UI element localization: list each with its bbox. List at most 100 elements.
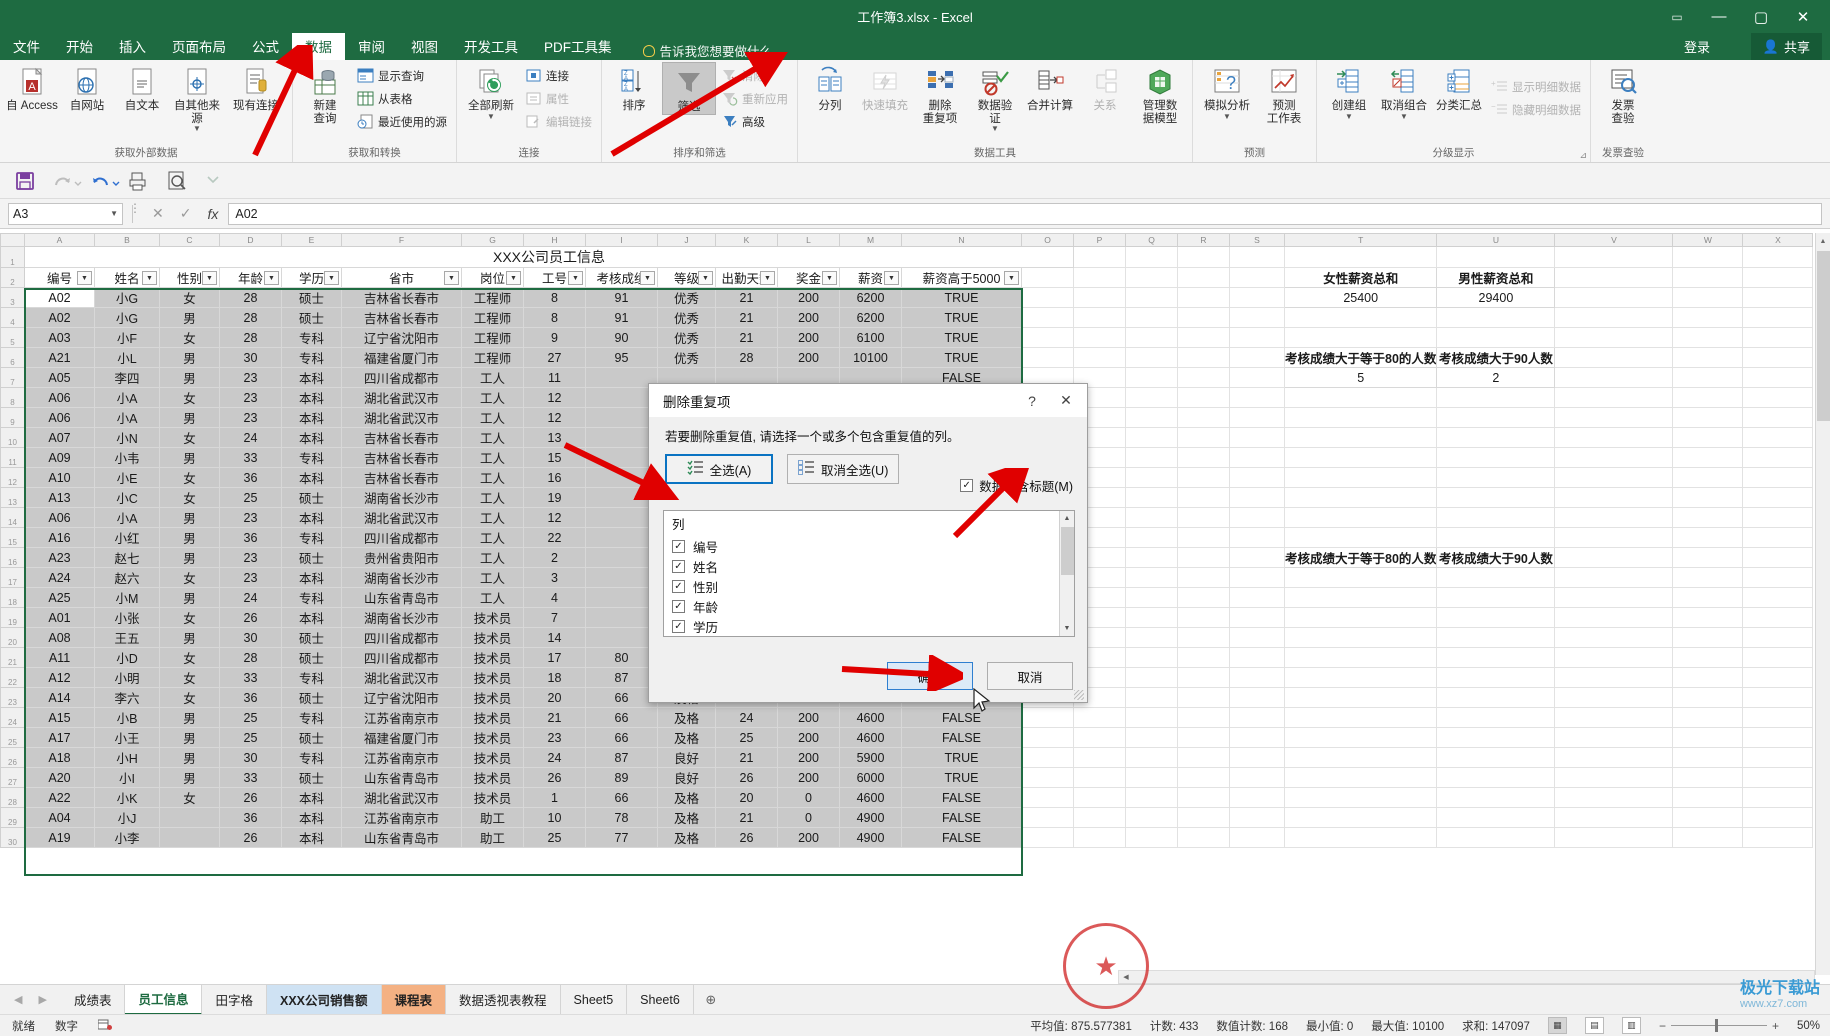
print-preview-icon[interactable] (166, 170, 188, 192)
row-header-3[interactable]: 3 (0, 287, 25, 308)
table-cell[interactable]: 工人 (461, 467, 524, 488)
filter-dropdown-icon[interactable]: ▼ (202, 271, 217, 285)
table-cell[interactable]: 本科 (281, 787, 342, 808)
table-cell[interactable] (1073, 707, 1126, 728)
table-cell[interactable]: 12 (523, 387, 586, 408)
table-cell[interactable] (1177, 587, 1230, 608)
chevron-down-icon[interactable]: ▼ (1345, 112, 1353, 121)
column-header-O[interactable]: O (1021, 233, 1074, 247)
table-cell[interactable]: 25 (219, 727, 282, 748)
table-cell[interactable] (1742, 727, 1814, 748)
table-cell[interactable]: 2 (523, 547, 586, 568)
table-cell[interactable] (1229, 467, 1285, 488)
from-text-button[interactable]: 自文本 (115, 62, 169, 113)
column-filter-header[interactable]: 编号 ▼ (24, 267, 95, 288)
table-cell[interactable] (1177, 667, 1230, 688)
table-cell[interactable] (1436, 667, 1556, 688)
table-cell[interactable] (1672, 707, 1744, 728)
table-cell[interactable] (1672, 367, 1744, 388)
table-cell[interactable]: 12 (523, 507, 586, 528)
table-cell[interactable]: 专科 (281, 667, 342, 688)
next-sheet-icon[interactable]: ▶ (38, 993, 46, 1006)
filter-dropdown-icon[interactable]: ▼ (640, 271, 655, 285)
table-cell[interactable]: 四川省成都市 (341, 647, 462, 668)
list-item[interactable]: ✓ 性别 (664, 576, 1074, 596)
table-cell[interactable] (1177, 607, 1230, 628)
cell[interactable] (1073, 267, 1126, 288)
table-cell[interactable]: 助工 (461, 827, 524, 848)
table-cell[interactable]: 1 (523, 787, 586, 808)
table-cell[interactable] (1742, 507, 1814, 528)
table-cell[interactable] (1229, 367, 1285, 388)
table-cell[interactable] (1436, 447, 1556, 468)
table-cell[interactable]: 湖南省长沙市 (341, 567, 462, 588)
table-cell[interactable]: 15 (523, 447, 586, 468)
table-cell[interactable] (1125, 427, 1178, 448)
table-cell[interactable]: 89 (585, 767, 658, 788)
table-cell[interactable] (1672, 347, 1744, 368)
tab-view[interactable]: 视图 (398, 33, 451, 60)
table-cell[interactable]: 200 (777, 727, 840, 748)
table-cell[interactable]: 28 (715, 347, 778, 368)
table-cell[interactable] (1283, 607, 1438, 628)
row-header-22[interactable]: 22 (0, 667, 25, 688)
column-filter-header[interactable]: 学历 ▼ (281, 267, 342, 288)
table-cell[interactable] (1742, 747, 1814, 768)
table-cell[interactable]: 湖北省武汉市 (341, 667, 462, 688)
table-cell[interactable] (1742, 307, 1814, 328)
table-cell[interactable]: 四川省成都市 (341, 527, 462, 548)
table-cell[interactable] (1021, 707, 1074, 728)
page-layout-icon[interactable]: ▤ (1584, 1017, 1604, 1034)
table-cell[interactable] (585, 587, 658, 608)
table-cell[interactable] (1021, 727, 1074, 748)
forecast-sheet-button[interactable]: 预测 工作表 (1257, 62, 1311, 125)
table-cell[interactable] (1229, 727, 1285, 748)
table-cell[interactable]: TRUE (901, 287, 1022, 308)
table-cell[interactable]: 吉林省长春市 (341, 427, 462, 448)
table-cell[interactable]: 21 (523, 707, 586, 728)
table-cell[interactable]: A11 (24, 647, 95, 668)
table-cell[interactable] (1177, 787, 1230, 808)
table-cell[interactable]: 30 (219, 747, 282, 768)
table-cell[interactable] (1125, 527, 1178, 548)
column-header-B[interactable]: B (94, 233, 160, 247)
table-cell[interactable] (1742, 427, 1814, 448)
table-cell[interactable]: 工程师 (461, 327, 524, 348)
row-header-18[interactable]: 18 (0, 587, 25, 608)
table-cell[interactable]: 本科 (281, 827, 342, 848)
table-cell[interactable] (1283, 587, 1438, 608)
table-cell[interactable]: 小K (94, 787, 160, 808)
tab-insert[interactable]: 插入 (106, 33, 159, 60)
table-cell[interactable]: A12 (24, 667, 95, 688)
table-cell[interactable] (1672, 767, 1744, 788)
table-cell[interactable]: 男 (159, 747, 220, 768)
table-cell[interactable]: 本科 (281, 607, 342, 628)
table-cell[interactable]: 男 (159, 587, 220, 608)
table-cell[interactable]: 66 (585, 687, 658, 708)
table-cell[interactable]: 8 (523, 287, 586, 308)
table-cell[interactable] (1073, 727, 1126, 748)
table-cell[interactable] (1742, 447, 1814, 468)
table-cell[interactable]: A18 (24, 747, 95, 768)
chevron-down-icon[interactable]: ▼ (193, 125, 201, 133)
table-cell[interactable] (1436, 587, 1556, 608)
reapply-button[interactable]: 重新应用 (717, 88, 792, 109)
table-cell[interactable]: 江苏省南京市 (341, 707, 462, 728)
zoom-out-icon[interactable]: − (1659, 1019, 1666, 1033)
row-header-11[interactable]: 11 (0, 447, 25, 468)
filter-dropdown-icon[interactable]: ▼ (822, 271, 837, 285)
table-cell[interactable] (1229, 627, 1285, 648)
table-cell[interactable] (1177, 767, 1230, 788)
table-cell[interactable]: FALSE (901, 787, 1022, 808)
table-cell[interactable]: 及格 (657, 827, 716, 848)
table-cell[interactable] (1021, 767, 1074, 788)
table-cell[interactable]: A19 (24, 827, 95, 848)
table-cell[interactable] (1177, 687, 1230, 708)
table-cell[interactable] (1125, 507, 1178, 528)
prev-sheet-icon[interactable]: ◀ (14, 993, 22, 1006)
table-cell[interactable] (1436, 767, 1556, 788)
add-sheet-icon[interactable]: ⊕ (694, 992, 728, 1008)
column-header-N[interactable]: N (901, 233, 1022, 247)
table-cell[interactable]: 28 (219, 327, 282, 348)
table-cell[interactable]: 25 (219, 487, 282, 508)
